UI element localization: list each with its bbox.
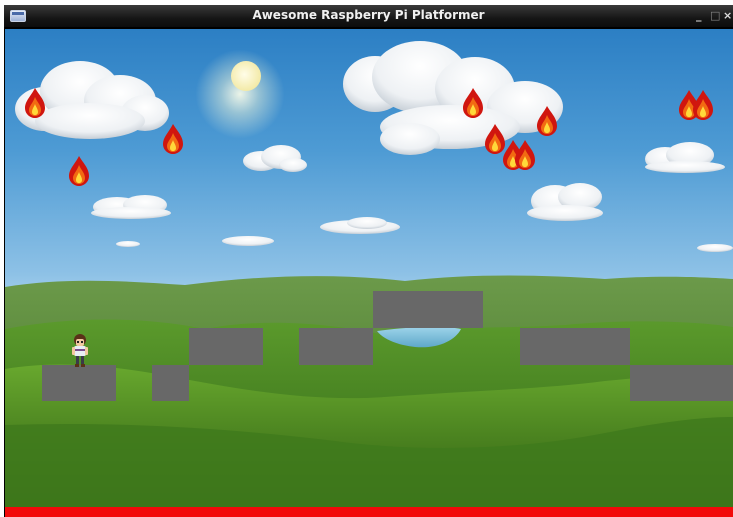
cloud-large-center <box>343 41 563 155</box>
fire-icon <box>67 155 91 187</box>
platform <box>299 328 373 365</box>
scenery <box>5 41 733 517</box>
platform <box>189 328 263 365</box>
platform <box>42 365 116 401</box>
platform <box>520 328 630 365</box>
platform <box>152 365 189 401</box>
platform <box>630 365 733 401</box>
game-window: Awesome Raspberry Pi Platformer _ □ × <box>4 5 733 517</box>
maximize-button[interactable]: □ <box>710 9 720 22</box>
fire-icon <box>691 89 715 121</box>
close-button[interactable]: × <box>723 9 732 22</box>
platform <box>373 291 483 328</box>
fire-icon <box>535 105 559 137</box>
fire-icon <box>161 123 185 155</box>
fire-icon <box>513 139 537 171</box>
minimize-button[interactable]: _ <box>696 9 702 22</box>
lava-floor <box>5 507 733 517</box>
title-bar[interactable]: Awesome Raspberry Pi Platformer _ □ × <box>4 5 733 28</box>
fire-icon <box>23 87 47 119</box>
cloud-small <box>91 142 733 252</box>
window-title: Awesome Raspberry Pi Platformer <box>252 8 485 22</box>
player-sprite[interactable] <box>70 333 90 367</box>
game-canvas[interactable] <box>5 29 733 517</box>
fire-icon <box>461 87 485 119</box>
